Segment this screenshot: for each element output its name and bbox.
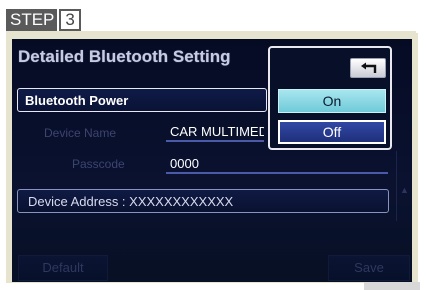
page-title: Detailed Bluetooth Setting	[18, 47, 231, 66]
passcode-label: Passcode	[72, 157, 125, 171]
bluetooth-power-row[interactable]: Bluetooth Power	[17, 88, 267, 112]
default-button[interactable]: Default	[18, 255, 108, 281]
step-badge: STEP 3	[6, 9, 81, 31]
step-number: 3	[59, 9, 81, 31]
device-address-row: Device Address : XXXXXXXXXXXX	[17, 189, 389, 213]
scrollbar[interactable]: ▲	[396, 151, 409, 221]
figure-code-mark	[364, 282, 420, 290]
save-button[interactable]: Save	[328, 255, 410, 281]
option-on-button[interactable]: On	[278, 89, 386, 113]
scroll-indicator-icon: ▲	[400, 185, 409, 195]
step-label: STEP	[6, 9, 58, 31]
bluetooth-power-label: Bluetooth Power	[25, 93, 129, 108]
passcode-field[interactable]: 0000	[166, 153, 388, 174]
option-off-button[interactable]: Off	[278, 120, 386, 144]
back-button[interactable]	[350, 58, 386, 78]
return-arrow-icon	[361, 62, 377, 73]
device-address-text: Device Address : XXXXXXXXXXXX	[28, 194, 234, 209]
device-name-field[interactable]: CAR MULTIMEDIA	[166, 121, 264, 142]
power-option-popup: On Off	[268, 46, 392, 150]
bluetooth-settings-screen: Detailed Bluetooth Setting Bluetooth Pow…	[12, 39, 412, 282]
device-name-label: Device Name	[44, 126, 117, 140]
